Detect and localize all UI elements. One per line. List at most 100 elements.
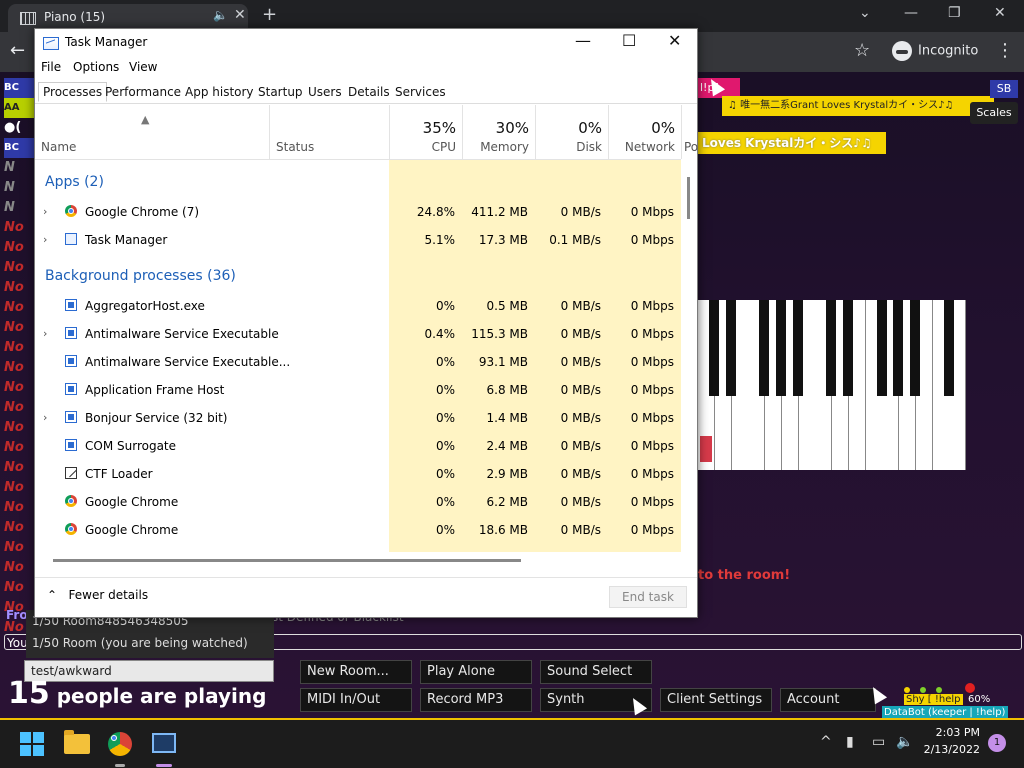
column-disk[interactable]: 0% Disk <box>535 105 608 159</box>
minimize-icon[interactable]: — <box>904 5 918 21</box>
chevron-down-icon[interactable]: ⌄ <box>859 5 871 21</box>
expand-arrow-icon[interactable]: › <box>43 411 47 424</box>
incognito-indicator[interactable]: Incognito <box>892 41 978 61</box>
memory-label: Memory <box>480 140 529 154</box>
process-name: Google Chrome (7) <box>85 205 200 219</box>
sort-arrow-icon[interactable]: ▲ <box>141 113 149 126</box>
maximize-icon[interactable]: ☐ <box>622 31 636 50</box>
end-task-button[interactable]: End task <box>609 586 687 608</box>
process-list[interactable]: Apps (2) Background processes (36) › Goog… <box>35 160 681 552</box>
expand-arrow-icon[interactable]: › <box>43 205 47 218</box>
tab-app-history[interactable]: App history <box>185 85 254 99</box>
column-network[interactable]: 0% Network <box>608 105 681 159</box>
process-row[interactable]: › Task Manager 5.1% 17.3 MB 0.1 MB/s 0 Mbps <box>35 226 681 254</box>
black-key[interactable] <box>776 300 786 396</box>
black-key[interactable] <box>843 300 853 396</box>
restore-icon[interactable]: ❐ <box>948 5 961 21</box>
taskbar-clock[interactable]: 2:03 PM 2/13/2022 <box>922 726 980 756</box>
new-tab-button[interactable]: + <box>262 4 277 25</box>
taskmanager-icon <box>65 233 77 245</box>
menu-options[interactable]: Options <box>73 60 119 74</box>
menu-file[interactable]: File <box>41 60 61 74</box>
horizontal-scrollbar[interactable] <box>53 559 521 562</box>
process-mem: 411.2 MB <box>471 205 528 219</box>
column-power[interactable]: Po <box>681 105 699 159</box>
process-row[interactable]: Antimalware Service Executable... 0% 93.1 … <box>35 348 681 376</box>
network-icon[interactable]: ▭ <box>872 734 885 750</box>
column-power-label: Po <box>684 140 699 154</box>
process-row[interactable]: AggregatorHost.exe 0% 0.5 MB 0 MB/s 0 Mbps <box>35 292 681 320</box>
close-icon[interactable]: ✕ <box>668 31 681 50</box>
status-dot <box>965 683 976 693</box>
close-window-icon[interactable]: ✕ <box>994 5 1006 21</box>
black-key[interactable] <box>910 300 920 396</box>
tab-users[interactable]: Users <box>308 85 342 99</box>
process-row[interactable]: Google Chrome 0% 18.6 MB 0 MB/s 0 Mbps <box>35 516 681 544</box>
task-manager-window[interactable]: Task Manager — ☐ ✕ File Options View Pro… <box>34 28 698 618</box>
file-explorer-icon[interactable] <box>64 730 90 754</box>
room-item[interactable]: 1/50 Room (you are being watched) <box>26 632 274 654</box>
process-row[interactable]: Application Frame Host 0% 6.8 MB 0 MB/s 0 Mb… <box>35 376 681 404</box>
vertical-scrollbar[interactable] <box>687 177 690 219</box>
minimize-icon[interactable]: — <box>575 31 591 50</box>
sound-select-button[interactable]: Sound Select <box>540 660 652 684</box>
battery-icon[interactable]: ▮ <box>846 734 854 750</box>
sb-chip[interactable]: SB <box>990 80 1018 98</box>
tab-details[interactable]: Details <box>348 85 390 99</box>
piano-keyboard[interactable] <box>698 300 967 470</box>
black-key[interactable] <box>725 300 736 396</box>
tab-startup[interactable]: Startup <box>258 85 303 99</box>
user-chip[interactable]: Shy [ !help <box>904 694 963 705</box>
black-key[interactable] <box>759 300 770 396</box>
tab-services[interactable]: Services <box>395 85 446 99</box>
column-name[interactable]: Name <box>41 140 76 154</box>
process-row[interactable]: COM Surrogate 0% 2.4 MB 0 MB/s 0 Mbps <box>35 432 681 460</box>
windows-start-icon[interactable] <box>20 732 44 756</box>
task-manager-titlebar[interactable]: Task Manager — ☐ ✕ <box>35 29 697 57</box>
task-manager-taskbar-icon[interactable] <box>152 733 176 753</box>
process-row[interactable]: CTF Loader 0% 2.9 MB 0 MB/s 0 Mbps <box>35 460 681 488</box>
process-row[interactable]: Google Chrome 0% 6.2 MB 0 MB/s 0 Mbps <box>35 488 681 516</box>
process-cpu: 0% <box>435 411 455 425</box>
bookmark-star-icon[interactable]: ☆ <box>854 40 870 61</box>
black-key[interactable] <box>893 300 904 396</box>
new-room-button[interactable]: New Room... <box>300 660 412 684</box>
back-arrow-icon[interactable]: ← <box>10 40 25 61</box>
tab-performance[interactable]: Performance <box>105 85 181 99</box>
tab-processes[interactable]: Processes <box>38 82 108 102</box>
process-name: Application Frame Host <box>85 383 225 397</box>
black-key[interactable] <box>709 300 719 396</box>
expand-arrow-icon[interactable]: › <box>43 327 47 340</box>
notification-badge[interactable]: 1 <box>988 734 1006 752</box>
column-status[interactable]: Status <box>269 105 389 159</box>
speaker-icon[interactable]: 🔈 <box>213 8 228 22</box>
play-alone-button[interactable]: Play Alone <box>420 660 532 684</box>
fewer-details-button[interactable]: ⌃ Fewer details <box>47 588 148 602</box>
tray-chevron-icon[interactable]: ^ <box>820 734 832 750</box>
process-row[interactable]: › Bonjour Service (32 bit) 0% 1.4 MB 0 MB/s 0… <box>35 404 681 432</box>
black-key[interactable] <box>943 300 954 396</box>
browser-menu-icon[interactable]: ⋮ <box>996 40 1014 61</box>
scales-button[interactable]: Scales <box>970 102 1018 124</box>
black-key[interactable] <box>876 300 887 396</box>
process-row[interactable]: › Antimalware Service Executable 0.4% 115.3… <box>35 320 681 348</box>
room-notice: to the room! <box>698 568 791 583</box>
close-tab-icon[interactable]: ✕ <box>234 7 246 23</box>
volume-icon[interactable]: 🔈 <box>896 734 913 750</box>
midi-button[interactable]: MIDI In/Out <box>300 688 412 712</box>
record-mp3-button[interactable]: Record MP3 <box>420 688 532 712</box>
client-settings-button[interactable]: Client Settings <box>660 688 772 712</box>
column-cpu[interactable]: 35% CPU <box>389 105 462 159</box>
account-button[interactable]: Account <box>780 688 876 712</box>
chrome-icon[interactable] <box>108 732 132 756</box>
pen-icon <box>65 467 77 479</box>
column-header: ▲ Name Status 35% CPU 30% Memory 0% Disk 0%… <box>35 105 698 160</box>
black-key[interactable] <box>826 300 837 396</box>
process-cpu: 0% <box>435 467 455 481</box>
menu-view[interactable]: View <box>129 60 157 74</box>
process-row[interactable]: › Google Chrome (7) 24.8% 411.2 MB 0 MB/s 0 M… <box>35 198 681 226</box>
column-memory[interactable]: 30% Memory <box>462 105 535 159</box>
expand-arrow-icon[interactable]: › <box>43 233 47 246</box>
black-key[interactable] <box>792 300 803 396</box>
process-mem: 2.4 MB <box>486 439 528 453</box>
